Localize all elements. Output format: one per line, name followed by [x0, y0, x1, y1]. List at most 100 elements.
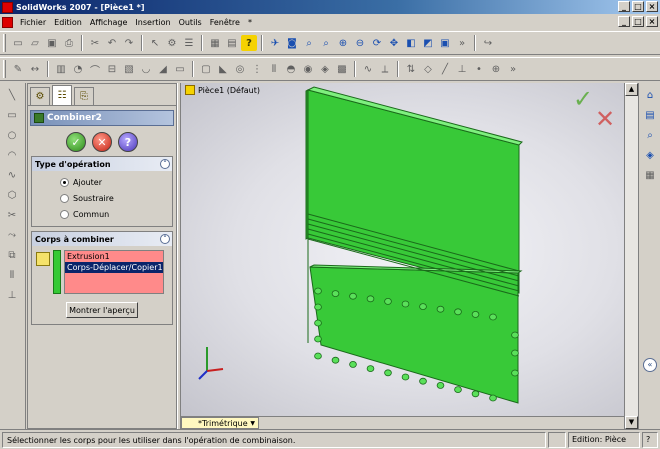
- flyout-tree-node[interactable]: Pièce1 (Défaut): [185, 85, 260, 95]
- trim-icon[interactable]: ✂: [4, 207, 20, 223]
- menu-insertion[interactable]: Insertion: [131, 18, 174, 27]
- expand-pane-icon[interactable]: «: [643, 358, 657, 372]
- file-explorer-icon[interactable]: ⌕: [642, 127, 658, 143]
- model-render[interactable]: [181, 83, 624, 416]
- graphics-area[interactable]: Pièce1 (Défaut) ✓ ✕: [181, 83, 624, 416]
- arc-icon[interactable]: ◠: [4, 147, 20, 163]
- mounting-hole[interactable]: [419, 377, 427, 385]
- collapse-icon[interactable]: ˄: [160, 159, 170, 169]
- axis-icon[interactable]: ╱: [437, 61, 453, 77]
- zoom-selection-icon[interactable]: ⊖: [352, 35, 368, 51]
- ok-button[interactable]: ✓: [66, 132, 86, 152]
- curves-icon[interactable]: ∿: [360, 61, 376, 77]
- camera-icon[interactable]: ◙: [284, 35, 300, 51]
- search-icon[interactable]: ◈: [642, 147, 658, 163]
- rotate-icon[interactable]: ⟳: [369, 35, 385, 51]
- loft-icon[interactable]: ⊟: [104, 61, 120, 77]
- sketch-icon[interactable]: ✎: [10, 61, 26, 77]
- option-ajouter[interactable]: Ajouter: [32, 174, 172, 190]
- design-library-icon[interactable]: ▤: [642, 107, 658, 123]
- plane-icon[interactable]: ◇: [420, 61, 436, 77]
- doc-minimize-button[interactable]: _: [618, 16, 630, 27]
- mate-reference-icon[interactable]: ⊕: [488, 61, 504, 77]
- dome-icon[interactable]: ◓: [283, 61, 299, 77]
- list-item[interactable]: Corps-Déplacer/Copier1: [65, 262, 163, 273]
- confirm-cancel-icon[interactable]: ✕: [595, 105, 615, 133]
- menu-more[interactable]: *: [244, 18, 256, 27]
- bodies-list[interactable]: Extrusion1 Corps-Déplacer/Copier1: [64, 250, 164, 294]
- operation-type-header[interactable]: Type d'opération ˄: [32, 157, 172, 171]
- pattern-icon[interactable]: ⋮: [249, 61, 265, 77]
- show-preview-button[interactable]: Montrer l'aperçu: [66, 302, 138, 318]
- radio-commun[interactable]: [60, 209, 69, 219]
- dropdown-arrow-icon[interactable]: ▼: [250, 420, 255, 427]
- mounting-hole[interactable]: [511, 331, 519, 339]
- bodies-header[interactable]: Corps à combiner ˄: [32, 232, 172, 246]
- scroll-track[interactable]: [625, 96, 638, 416]
- mounting-hole[interactable]: [419, 303, 427, 311]
- list-item[interactable]: Extrusion1: [65, 251, 163, 262]
- open-icon[interactable]: ▱: [27, 35, 43, 51]
- minimize-button[interactable]: _: [618, 1, 630, 12]
- line-icon[interactable]: ╲: [4, 87, 20, 103]
- zoom-in-out-icon[interactable]: ⊕: [335, 35, 351, 51]
- mounting-hole[interactable]: [436, 305, 445, 313]
- polygon-icon[interactable]: ⬡: [4, 187, 20, 203]
- option-soustraire[interactable]: Soustraire: [32, 190, 172, 206]
- status-help-icon[interactable]: ?: [642, 431, 658, 448]
- pan-icon[interactable]: ✥: [386, 35, 402, 51]
- toolbar-overflow-icon[interactable]: »: [454, 35, 470, 51]
- menu-fichier[interactable]: Fichier: [16, 18, 50, 27]
- combine-icon[interactable]: ▩: [334, 61, 350, 77]
- radio-ajouter[interactable]: [60, 177, 69, 187]
- reference-geometry-icon[interactable]: ⟂: [377, 61, 393, 77]
- draft-icon[interactable]: ◣: [215, 61, 231, 77]
- mounting-hole[interactable]: [349, 360, 357, 368]
- instant3d-icon[interactable]: ⇅: [403, 61, 419, 77]
- mounting-hole[interactable]: [511, 349, 519, 357]
- mounting-hole[interactable]: [314, 287, 322, 295]
- scroll-down-button[interactable]: ▼: [625, 416, 638, 429]
- mounting-hole[interactable]: [384, 369, 392, 377]
- mounting-hole[interactable]: [436, 381, 445, 389]
- zoom-fit-icon[interactable]: ⌕: [301, 35, 317, 51]
- resources-icon[interactable]: ⌂: [642, 87, 658, 103]
- rebuild-icon[interactable]: ⚙: [164, 35, 180, 51]
- mounting-hole[interactable]: [331, 356, 340, 364]
- mounting-hole[interactable]: [489, 313, 497, 321]
- spline-icon[interactable]: ∿: [4, 167, 20, 183]
- toolbar-grip[interactable]: [3, 34, 6, 52]
- vertical-scrollbar[interactable]: ▲ ▼: [624, 83, 638, 429]
- menu-affichage[interactable]: Affichage: [86, 18, 132, 27]
- mounting-hole[interactable]: [384, 297, 392, 305]
- confirm-ok-icon[interactable]: ✓: [573, 85, 593, 113]
- mounting-hole[interactable]: [331, 290, 340, 298]
- fillet-icon[interactable]: ◡: [138, 61, 154, 77]
- menu-edition[interactable]: Edition: [50, 18, 86, 27]
- offset-icon[interactable]: ⧉: [4, 247, 20, 263]
- doc-close-button[interactable]: ×: [646, 16, 658, 27]
- palette-icon[interactable]: ▦: [642, 167, 658, 183]
- options-icon[interactable]: ☰: [181, 35, 197, 51]
- cut-icon[interactable]: ✂: [87, 35, 103, 51]
- menu-outils[interactable]: Outils: [175, 18, 206, 27]
- radio-soustraire[interactable]: [60, 193, 69, 203]
- mounting-hole[interactable]: [349, 292, 357, 300]
- sweep-icon[interactable]: ⌒: [87, 61, 103, 77]
- redo-icon[interactable]: ↷: [121, 35, 137, 51]
- undo-icon[interactable]: ↶: [104, 35, 120, 51]
- mounting-hole[interactable]: [314, 335, 322, 343]
- rectangle-icon[interactable]: ▭: [4, 107, 20, 123]
- cut-extrude-icon[interactable]: ▧: [121, 61, 137, 77]
- new-document-icon[interactable]: ▭: [10, 35, 26, 51]
- toolbar-grip-2[interactable]: [3, 60, 6, 78]
- close-button[interactable]: ×: [646, 1, 658, 12]
- mounting-hole[interactable]: [471, 310, 480, 318]
- help-icon[interactable]: ?: [241, 35, 257, 51]
- deform-icon[interactable]: ◈: [317, 61, 333, 77]
- mounting-hole[interactable]: [314, 352, 322, 360]
- mounting-hole[interactable]: [314, 303, 322, 311]
- mounting-hole[interactable]: [511, 369, 519, 377]
- maximize-button[interactable]: □: [632, 1, 644, 12]
- tab-configuration-manager[interactable]: ⎘: [74, 87, 94, 105]
